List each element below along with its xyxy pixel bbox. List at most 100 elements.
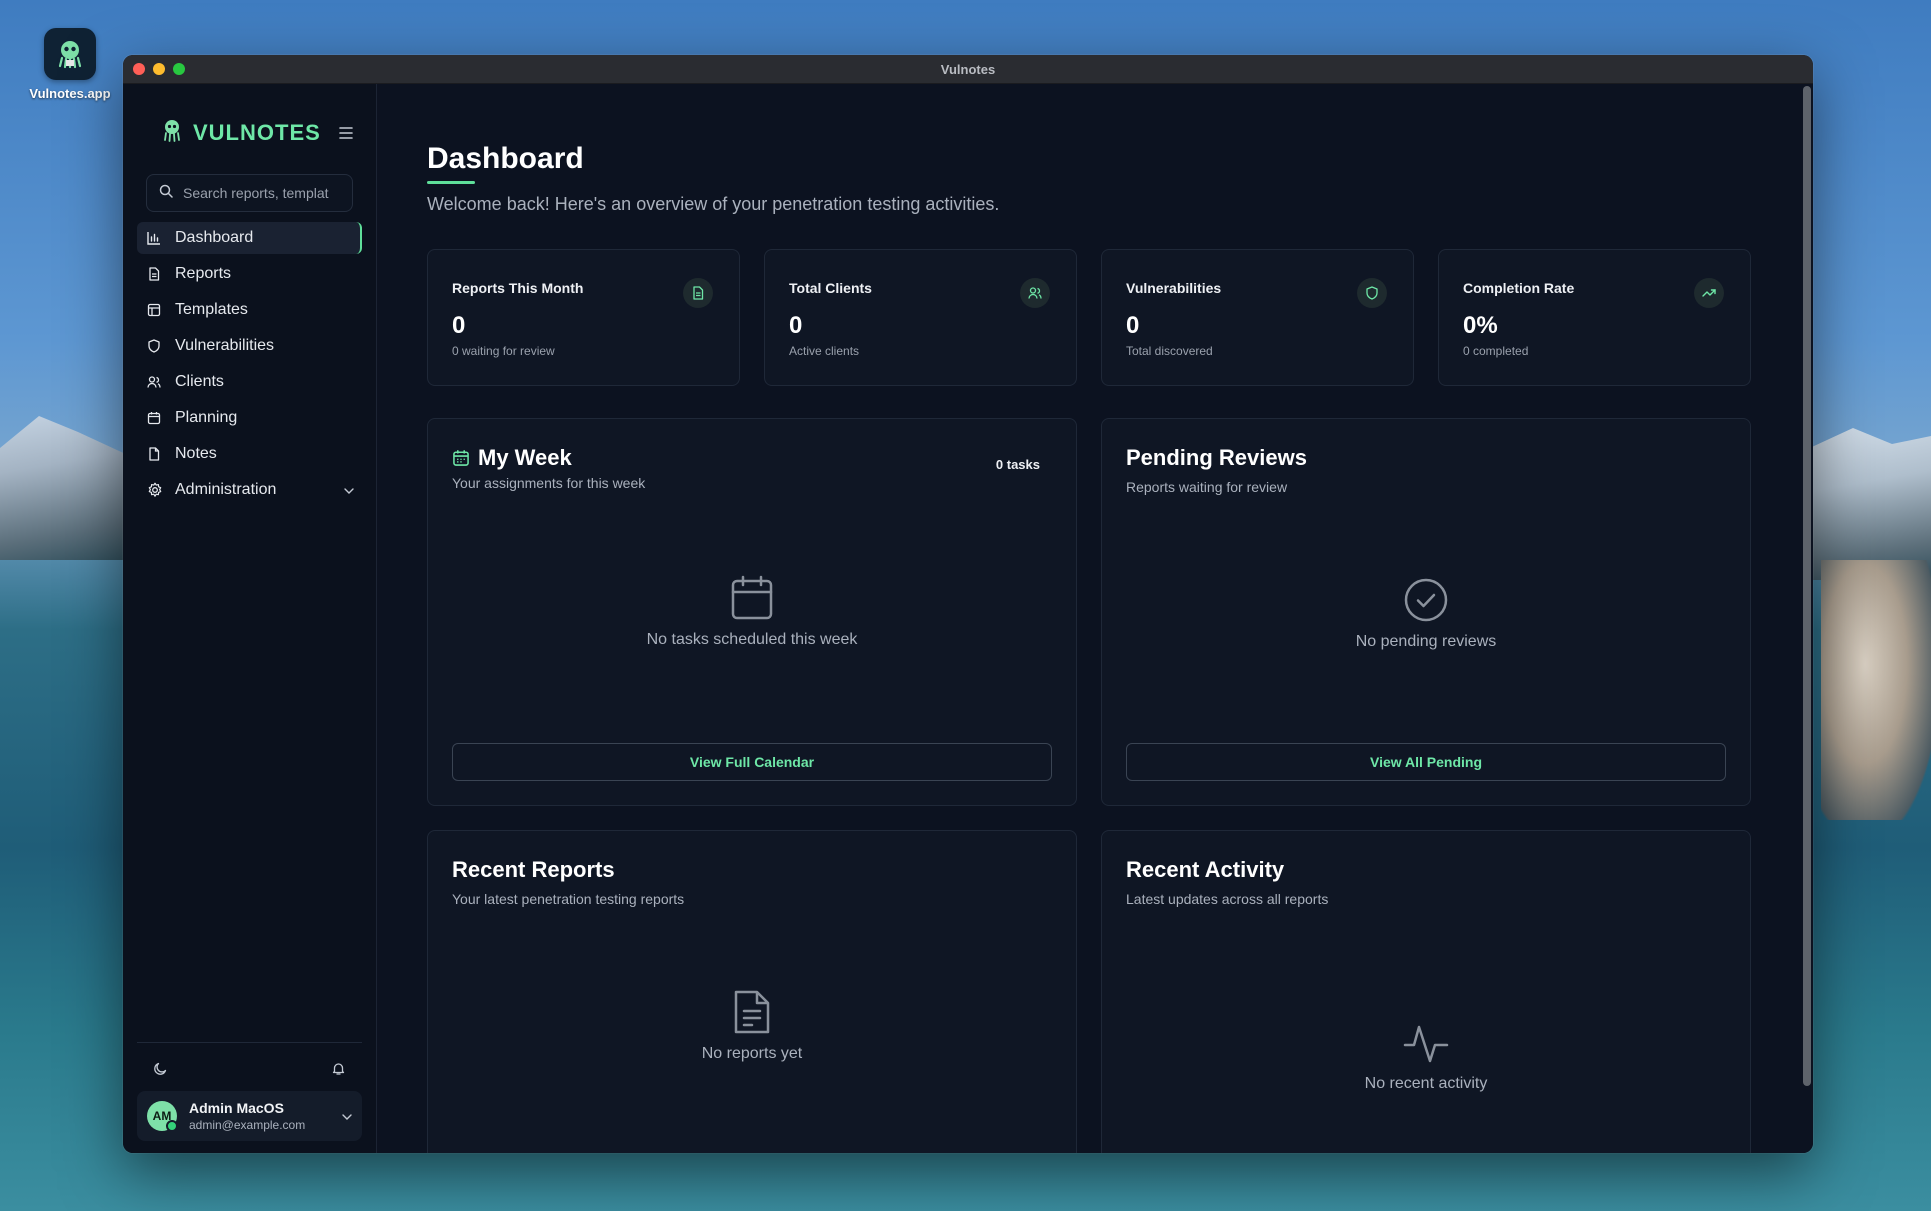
sidebar-nav: Dashboard Reports Templates Vulnerabilit… xyxy=(123,222,376,506)
stat-value: 0% xyxy=(1463,312,1498,339)
theme-toggle-moon-icon[interactable] xyxy=(153,1061,168,1081)
stat-card-reports: Reports This Month 0 0 waiting for revie… xyxy=(427,249,740,386)
view-full-calendar-button[interactable]: View Full Calendar xyxy=(452,743,1052,781)
calendar-icon xyxy=(147,410,163,426)
brand-logo-icon xyxy=(161,119,183,148)
users-icon xyxy=(1020,278,1050,308)
user-name: Admin MacOS xyxy=(189,1100,284,1116)
recent-reports-panel: Recent Reports Your latest penetration t… xyxy=(427,830,1077,1153)
calendar-icon xyxy=(452,449,470,467)
activity-pulse-icon xyxy=(1102,1021,1750,1065)
panel-title: Recent Reports xyxy=(452,857,615,882)
stat-card-completion: Completion Rate 0% 0 completed xyxy=(1438,249,1751,386)
trending-up-icon xyxy=(1694,278,1724,308)
search-input[interactable] xyxy=(181,184,345,202)
main-scrollbar[interactable] xyxy=(1803,86,1811,1086)
brand: VULNOTES xyxy=(123,84,376,148)
stat-card-vulnerabilities: Vulnerabilities 0 Total discovered xyxy=(1101,249,1414,386)
sidebar: VULNOTES Dashboard xyxy=(123,84,377,1153)
panel-subtitle: Your latest penetration testing reports xyxy=(452,891,685,907)
menu-toggle-icon[interactable] xyxy=(338,123,353,144)
desktop-app-icon[interactable]: Vulnotes.app xyxy=(26,28,114,101)
sidebar-item-dashboard[interactable]: Dashboard xyxy=(137,222,362,254)
sidebar-item-label: Notes xyxy=(175,445,217,462)
stat-value: 0 xyxy=(789,312,803,339)
window-titlebar[interactable]: Vulnotes xyxy=(123,55,1813,84)
note-icon xyxy=(147,446,163,462)
recent-activity-panel: Recent Activity Latest updates across al… xyxy=(1101,830,1751,1153)
sidebar-item-notes[interactable]: Notes xyxy=(137,438,362,470)
desktop-wallpaper-left xyxy=(0,416,130,560)
users-icon xyxy=(147,374,163,390)
zoom-window-button[interactable] xyxy=(173,63,185,75)
view-all-pending-button[interactable]: View All Pending xyxy=(1126,743,1726,781)
stat-value: 0 xyxy=(1126,312,1140,339)
search-icon xyxy=(159,184,173,203)
avatar: AM xyxy=(147,1101,178,1132)
empty-state: No tasks scheduled this week xyxy=(428,575,1076,649)
minimize-window-button[interactable] xyxy=(153,63,165,75)
calendar-empty-icon xyxy=(428,575,1076,621)
sidebar-item-label: Dashboard xyxy=(175,229,254,246)
panel-title: Recent Activity xyxy=(1126,857,1285,882)
stat-subtext: 0 waiting for review xyxy=(452,344,555,358)
stat-label: Total Clients xyxy=(789,280,872,296)
sidebar-item-templates[interactable]: Templates xyxy=(137,294,362,326)
my-week-panel: My Week Your assignments for this week 0… xyxy=(427,418,1077,806)
vulnotes-app-icon xyxy=(44,28,96,80)
desktop-wallpaper-right xyxy=(1801,428,1931,580)
page-subtitle: Welcome back! Here's an overview of your… xyxy=(427,194,1000,214)
gear-icon xyxy=(147,482,163,498)
sidebar-quick-actions xyxy=(123,1043,376,1091)
notifications-bell-icon[interactable] xyxy=(331,1061,346,1081)
sidebar-item-label: Templates xyxy=(175,301,248,318)
panel-title: My Week xyxy=(478,445,572,470)
sidebar-item-vulnerabilities[interactable]: Vulnerabilities xyxy=(137,330,362,362)
sidebar-item-administration[interactable]: Administration xyxy=(137,474,362,506)
page-title: Dashboard xyxy=(427,142,584,184)
empty-state: No recent activity xyxy=(1102,1021,1750,1093)
layout-icon xyxy=(147,302,163,318)
main-content: Dashboard Welcome back! Here's an overvi… xyxy=(377,84,1813,1153)
document-icon xyxy=(683,278,713,308)
chevron-down-icon xyxy=(344,481,354,499)
stats-row: Reports This Month 0 0 waiting for revie… xyxy=(427,249,1753,386)
stat-label: Reports This Month xyxy=(452,280,584,296)
file-icon xyxy=(147,266,163,282)
sidebar-item-label: Clients xyxy=(175,373,224,390)
desktop-wallpaper-rocks xyxy=(1821,560,1931,820)
dashboard-panels: My Week Your assignments for this week 0… xyxy=(427,418,1753,1153)
stat-subtext: Total discovered xyxy=(1126,344,1213,358)
shield-icon xyxy=(1357,278,1387,308)
brand-wordmark: VULNOTES xyxy=(193,120,321,145)
stat-label: Vulnerabilities xyxy=(1126,280,1222,296)
search-box[interactable] xyxy=(146,174,353,212)
stat-subtext: 0 completed xyxy=(1463,344,1529,358)
empty-state: No pending reviews xyxy=(1102,577,1750,651)
check-circle-icon xyxy=(1102,577,1750,623)
chevron-down-icon xyxy=(342,1107,352,1125)
sidebar-item-reports[interactable]: Reports xyxy=(137,258,362,290)
stat-label: Completion Rate xyxy=(1463,280,1575,296)
window-controls xyxy=(133,63,185,75)
empty-state-text: No tasks scheduled this week xyxy=(646,631,858,648)
panel-title: Pending Reviews xyxy=(1126,445,1307,470)
sidebar-item-label: Administration xyxy=(175,481,277,498)
sidebar-item-label: Reports xyxy=(175,265,232,282)
stat-card-clients: Total Clients 0 Active clients xyxy=(764,249,1077,386)
empty-state: No reports yet xyxy=(428,989,1076,1063)
empty-state-text: No pending reviews xyxy=(1355,633,1497,650)
user-menu[interactable]: AM Admin MacOS admin@example.com xyxy=(137,1091,362,1141)
empty-state-text: No recent activity xyxy=(1364,1075,1488,1092)
sidebar-item-clients[interactable]: Clients xyxy=(137,366,362,398)
user-email: admin@example.com xyxy=(189,1118,306,1132)
window-title: Vulnotes xyxy=(940,61,996,77)
panel-subtitle: Reports waiting for review xyxy=(1126,479,1288,495)
desktop-app-label: Vulnotes.app xyxy=(29,86,111,101)
close-window-button[interactable] xyxy=(133,63,145,75)
sidebar-item-planning[interactable]: Planning xyxy=(137,402,362,434)
sidebar-item-label: Vulnerabilities xyxy=(175,337,275,354)
online-status-dot xyxy=(166,1120,178,1132)
sidebar-item-label: Planning xyxy=(175,409,238,426)
pending-reviews-panel: Pending Reviews Reports waiting for revi… xyxy=(1101,418,1751,806)
